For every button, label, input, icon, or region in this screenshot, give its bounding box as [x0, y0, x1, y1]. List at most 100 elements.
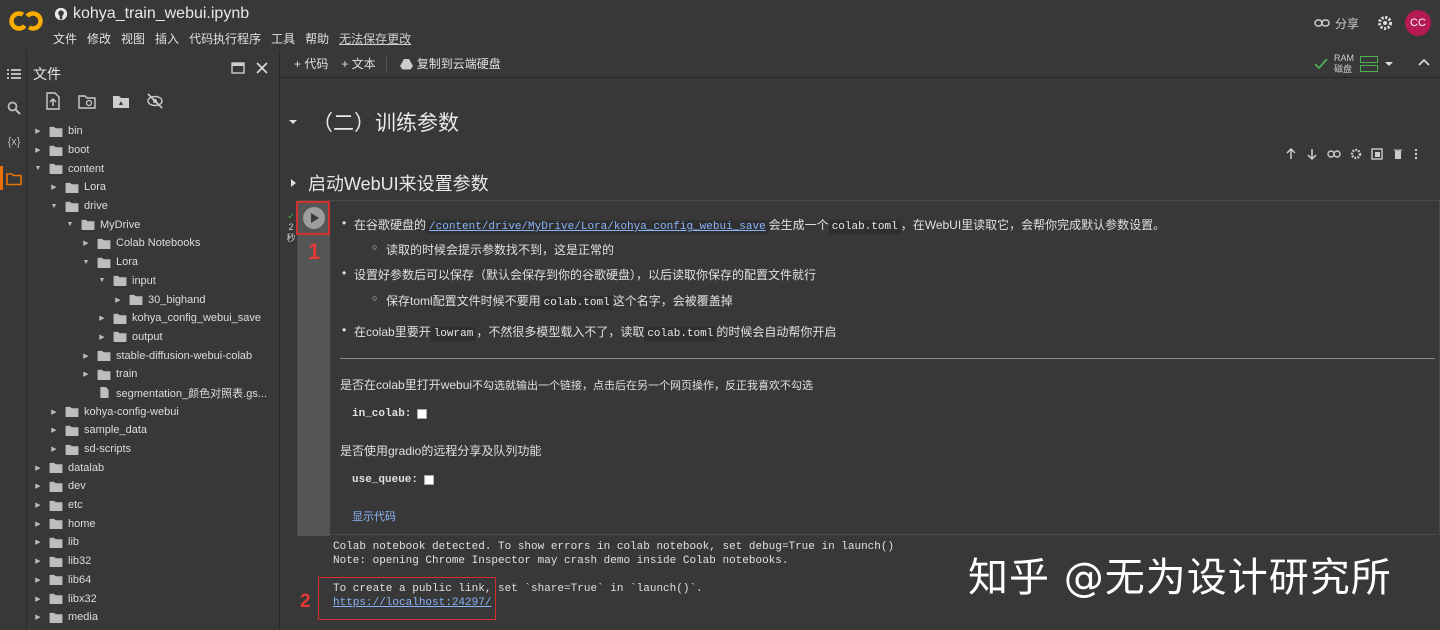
tree-item-19[interactable]: ▶ dev — [27, 477, 280, 496]
upload-file-icon[interactable] — [44, 92, 62, 110]
table-of-contents-icon[interactable] — [6, 66, 22, 82]
search-icon[interactable] — [6, 100, 22, 116]
chevron-right-icon[interactable]: ▶ — [33, 127, 43, 135]
chevron-right-icon[interactable]: ▶ — [81, 239, 91, 247]
chevron-right-icon[interactable]: ▶ — [113, 296, 123, 304]
tree-item-5[interactable]: ▼ MyDrive — [27, 215, 280, 234]
unsaved-changes-link[interactable]: 无法保存更改 — [339, 30, 411, 47]
delete-cell-icon[interactable] — [1392, 148, 1404, 160]
tree-item-23[interactable]: ▶ lib32 — [27, 552, 280, 571]
mount-drive-icon[interactable] — [112, 92, 130, 110]
hide-files-icon[interactable] — [146, 92, 164, 110]
collapse-section-arrow-icon[interactable] — [288, 118, 298, 126]
chevron-right-icon[interactable]: ▶ — [49, 183, 59, 191]
tree-item-13[interactable]: ▶ train — [27, 365, 280, 384]
copy-to-drive-button[interactable]: 复制到云端硬盘 — [399, 55, 501, 72]
open-in-tab-icon[interactable] — [231, 61, 245, 75]
close-icon[interactable] — [255, 61, 269, 75]
in-colab-checkbox[interactable] — [417, 409, 428, 419]
chevron-right-icon[interactable]: ▶ — [33, 538, 43, 546]
tree-item-11[interactable]: ▶ output — [27, 328, 280, 347]
tree-item-9[interactable]: ▶ 30_bighand — [27, 290, 280, 309]
tree-item-24[interactable]: ▶ lib64 — [27, 571, 280, 590]
tree-item-7[interactable]: ▼ Lora — [27, 253, 280, 272]
tree-item-1[interactable]: ▶ boot — [27, 141, 280, 160]
tree-item-12[interactable]: ▶ stable-diffusion-webui-colab — [27, 346, 280, 365]
tree-item-6[interactable]: ▶ Colab Notebooks — [27, 234, 280, 253]
tree-item-label: Lora — [116, 256, 139, 269]
chevron-down-icon[interactable]: ▼ — [65, 221, 75, 228]
chevron-down-icon[interactable]: ▼ — [97, 277, 107, 284]
folder-icon[interactable] — [6, 171, 22, 187]
markdown-divider — [340, 358, 1435, 359]
menu-runtime[interactable]: 代码执行程序 — [189, 30, 261, 47]
chevron-right-icon[interactable]: ▶ — [49, 408, 59, 416]
chevron-right-icon[interactable]: ▶ — [49, 426, 59, 434]
link-cell-icon[interactable] — [1327, 148, 1341, 160]
move-down-icon[interactable] — [1306, 148, 1318, 160]
menu-insert[interactable]: 插入 — [155, 30, 179, 47]
chevron-right-icon[interactable]: ▶ — [33, 595, 43, 603]
drive-path-link[interactable]: /content/drive/MyDrive/Lora/kohya_config… — [426, 220, 769, 234]
folder-icon — [49, 481, 63, 492]
chevron-right-icon[interactable]: ▶ — [33, 482, 43, 490]
user-avatar[interactable]: CC — [1405, 10, 1431, 36]
add-text-button[interactable]: + 文本 — [341, 55, 375, 72]
chevron-right-icon[interactable]: ▶ — [33, 613, 43, 621]
move-up-icon[interactable] — [1285, 148, 1297, 160]
chevron-right-icon[interactable]: ▶ — [97, 314, 107, 322]
chevron-right-icon[interactable]: ▶ — [33, 146, 43, 154]
chevron-down-icon[interactable]: ▼ — [81, 259, 91, 266]
expand-arrow-icon[interactable] — [290, 178, 297, 188]
colab-logo-icon[interactable] — [9, 8, 43, 34]
folder-icon — [65, 201, 79, 212]
add-code-button[interactable]: + 代码 — [294, 55, 328, 72]
cell-settings-gear-icon[interactable] — [1350, 148, 1362, 160]
variables-icon[interactable]: {x} — [6, 136, 22, 152]
tree-item-0[interactable]: ▶ bin — [27, 122, 280, 141]
chevron-down-icon[interactable]: ▼ — [33, 165, 43, 172]
bullet-2: 设置好参数后可以保存（默认会保存到你的谷歌硬盘），以后读取你保存的配置文件就行 — [342, 266, 816, 283]
notebook-title[interactable]: kohya_train_webui.ipynb — [73, 5, 249, 23]
tree-item-10[interactable]: ▶ kohya_config_webui_save — [27, 309, 280, 328]
tree-item-4[interactable]: ▼ drive — [27, 197, 280, 216]
settings-gear-icon[interactable] — [1377, 15, 1393, 31]
tree-item-25[interactable]: ▶ libx32 — [27, 589, 280, 608]
tree-item-16[interactable]: ▶ sample_data — [27, 421, 280, 440]
menu-edit[interactable]: 修改 — [87, 30, 111, 47]
tree-item-15[interactable]: ▶ kohya-config-webui — [27, 402, 280, 421]
resources-dropdown-icon[interactable] — [1384, 60, 1394, 68]
tree-item-3[interactable]: ▶ Lora — [27, 178, 280, 197]
tree-item-18[interactable]: ▶ datalab — [27, 458, 280, 477]
chevron-right-icon[interactable]: ▶ — [33, 557, 43, 565]
mirror-cell-icon[interactable] — [1371, 148, 1383, 160]
chevron-right-icon[interactable]: ▶ — [81, 352, 91, 360]
chevron-down-icon[interactable]: ▼ — [49, 203, 59, 210]
chevron-right-icon[interactable]: ▶ — [49, 445, 59, 453]
refresh-folder-icon[interactable] — [78, 92, 96, 110]
more-options-icon[interactable] — [1413, 148, 1419, 160]
menu-file[interactable]: 文件 — [53, 30, 77, 47]
use-queue-checkbox[interactable] — [424, 475, 435, 485]
show-code-link[interactable]: 显示代码 — [352, 508, 396, 524]
chevron-right-icon[interactable]: ▶ — [33, 464, 43, 472]
chevron-right-icon[interactable]: ▶ — [81, 370, 91, 378]
tree-item-14[interactable]: segmentation_颜色对照表.gs... — [27, 384, 280, 403]
tree-item-26[interactable]: ▶ media — [27, 608, 280, 627]
menu-help[interactable]: 帮助 — [305, 30, 329, 47]
tree-item-2[interactable]: ▼ content — [27, 159, 280, 178]
menu-tools[interactable]: 工具 — [271, 30, 295, 47]
chevron-right-icon[interactable]: ▶ — [33, 576, 43, 584]
tree-item-20[interactable]: ▶ etc — [27, 496, 280, 515]
tree-item-17[interactable]: ▶ sd-scripts — [27, 440, 280, 459]
chevron-right-icon[interactable]: ▶ — [33, 520, 43, 528]
tree-item-22[interactable]: ▶ lib — [27, 533, 280, 552]
chevron-right-icon[interactable]: ▶ — [97, 333, 107, 341]
chevron-right-icon[interactable]: ▶ — [33, 501, 43, 509]
resource-monitor[interactable]: RAM 磁盘 — [1314, 53, 1394, 75]
tree-item-8[interactable]: ▼ input — [27, 272, 280, 291]
share-button[interactable]: 分享 — [1314, 15, 1359, 32]
tree-item-21[interactable]: ▶ home — [27, 514, 280, 533]
menu-view[interactable]: 视图 — [121, 30, 145, 47]
chevron-up-icon[interactable] — [1418, 57, 1430, 67]
